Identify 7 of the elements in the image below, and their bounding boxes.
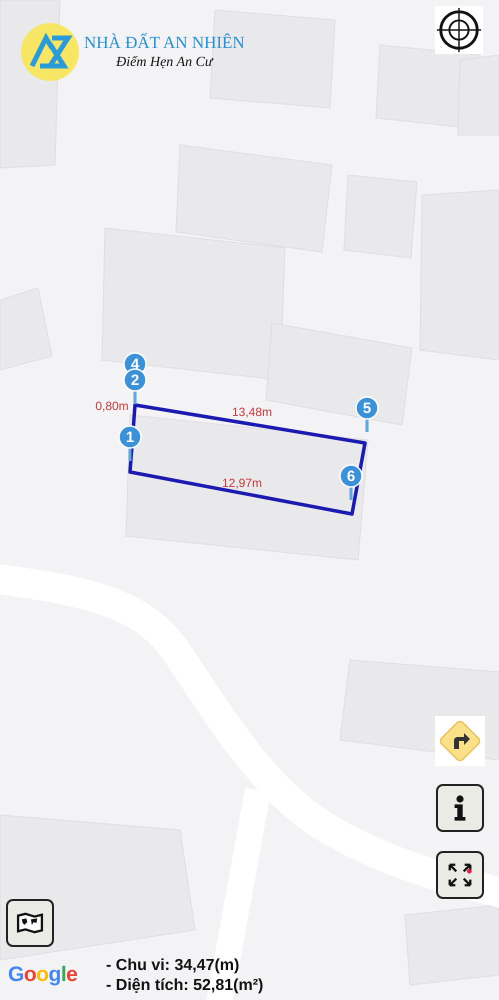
brand-name: NHÀ ĐẤT AN NHIÊN [84,33,245,53]
brand-slogan: Điểm Hẹn An Cư [116,55,213,71]
measurement-text: - Chu vi: 34,47(m) [106,956,240,976]
edge-length-label: 13,48m [232,405,272,419]
edge-length-label: 12,97m [222,476,262,490]
measurement-text: - Diện tích: 52,81(m²) [106,976,264,996]
google-attribution: Google [8,963,78,987]
